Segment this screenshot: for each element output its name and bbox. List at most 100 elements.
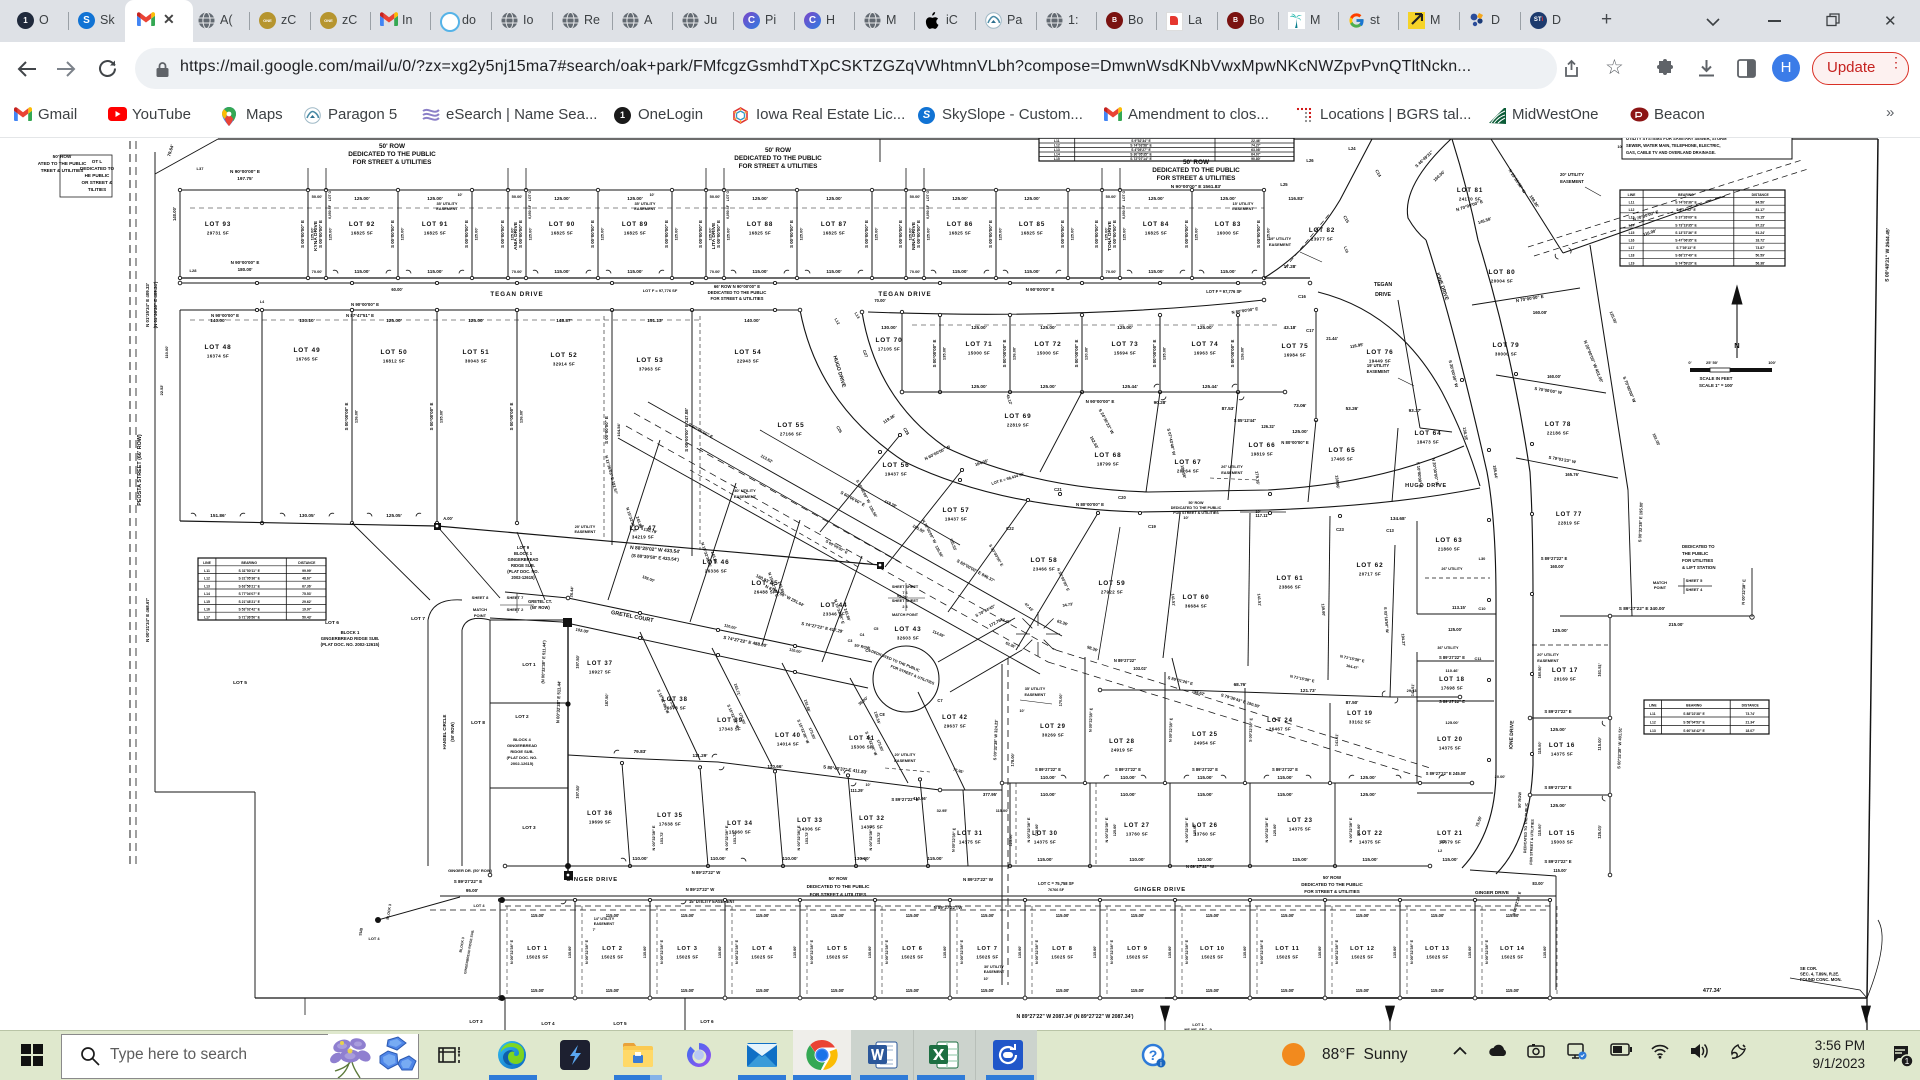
svg-text:GINGERBREAD RIDGE SUB.: GINGERBREAD RIDGE SUB. bbox=[463, 929, 475, 974]
svg-text:LOT 43: LOT 43 bbox=[894, 626, 921, 633]
svg-text:LOT G: LOT G bbox=[528, 190, 532, 201]
svg-text:30043 SF: 30043 SF bbox=[465, 359, 487, 364]
svg-text:L12: L12 bbox=[204, 577, 210, 581]
svg-text:LOT 53: LOT 53 bbox=[636, 357, 663, 364]
svg-text:19' UTILITY: 19' UTILITY bbox=[1367, 363, 1389, 368]
svg-text:S 00°32'38" W 324.23': S 00°32'38" W 324.23' bbox=[992, 719, 998, 760]
svg-text:160.00': 160.00' bbox=[1432, 169, 1446, 182]
svg-text:170.00': 170.00' bbox=[1058, 693, 1063, 706]
svg-text:50' ROW: 50' ROW bbox=[1188, 501, 1204, 505]
svg-text:477.34': 477.34' bbox=[1703, 988, 1722, 994]
svg-text:N 00°32'38" E: N 00°32'38" E bbox=[810, 939, 814, 964]
svg-text:N 89°27'22" W: N 89°27'22" W bbox=[692, 870, 722, 875]
svg-text:115.00': 115.00' bbox=[1037, 857, 1052, 862]
svg-text:LOT 8: LOT 8 bbox=[471, 720, 485, 726]
svg-text:377.95': 377.95' bbox=[983, 792, 997, 797]
svg-text:BLOCK 3: BLOCK 3 bbox=[459, 937, 466, 953]
svg-text:S 31°50'11" E: S 31°50'11" E bbox=[239, 569, 261, 573]
svg-text:191.05': 191.05' bbox=[1651, 432, 1661, 446]
svg-text:EASEMENT: EASEMENT bbox=[734, 494, 757, 499]
svg-text:LOT 52: LOT 52 bbox=[550, 352, 577, 359]
svg-text:L25: L25 bbox=[1280, 182, 1288, 187]
svg-text:SUB: SUB bbox=[358, 927, 363, 936]
svg-text:20164 SF: 20164 SF bbox=[1177, 469, 1199, 474]
svg-text:70.00': 70.00' bbox=[874, 298, 885, 303]
svg-text:7 6: 7 6 bbox=[902, 591, 907, 595]
svg-text:115.00': 115.00' bbox=[531, 913, 545, 918]
svg-text:S 74°27'22" E 488.00': S 74°27'22" E 488.00' bbox=[723, 635, 768, 648]
svg-text:30000 SF: 30000 SF bbox=[1495, 352, 1517, 357]
svg-text:LOT 14: LOT 14 bbox=[1500, 946, 1525, 952]
svg-text:OR STREET &: OR STREET & bbox=[82, 180, 114, 185]
svg-text:30269 SF: 30269 SF bbox=[1042, 733, 1064, 738]
svg-text:LOT 93: LOT 93 bbox=[205, 221, 231, 228]
svg-text:125.00': 125.00' bbox=[1113, 824, 1117, 837]
svg-text:116.83': 116.83' bbox=[1288, 196, 1303, 201]
svg-text:77.95': 77.95' bbox=[953, 767, 965, 775]
svg-text:N 13°35'38" W: N 13°35'38" W bbox=[1508, 168, 1527, 194]
svg-text:S 00°00'00" E: S 00°00'00" E bbox=[509, 403, 514, 431]
svg-text:119.39': 119.39' bbox=[884, 499, 898, 509]
svg-text:135.00': 135.00' bbox=[868, 946, 872, 959]
svg-text:16812 SF: 16812 SF bbox=[383, 359, 405, 364]
svg-text:73.87': 73.87' bbox=[1756, 246, 1765, 250]
svg-text:S 20°00'00" W: S 20°00'00" W bbox=[1448, 360, 1460, 388]
svg-text:L16: L16 bbox=[1629, 239, 1635, 243]
svg-text:C28: C28 bbox=[902, 427, 911, 437]
svg-text:135.00': 135.00' bbox=[1018, 946, 1022, 959]
svg-text:115.00': 115.00' bbox=[1056, 988, 1070, 993]
svg-text:24919 SF: 24919 SF bbox=[1111, 748, 1133, 753]
svg-text:LOT 62: LOT 62 bbox=[1356, 562, 1383, 569]
svg-text:115.00': 115.00' bbox=[1277, 775, 1292, 780]
svg-text:L11: L11 bbox=[204, 569, 210, 573]
svg-text:90.80': 90.80' bbox=[1251, 157, 1260, 161]
svg-text:110.00': 110.00' bbox=[1129, 857, 1144, 862]
svg-text:126.00': 126.00' bbox=[354, 410, 359, 423]
svg-text:LOT 80: LOT 80 bbox=[1488, 269, 1515, 276]
svg-text:FOR UTILITIES: FOR UTILITIES bbox=[1682, 558, 1713, 563]
svg-text:162.63': 162.63' bbox=[1089, 435, 1100, 449]
svg-text:135.00': 135.00' bbox=[568, 946, 572, 959]
svg-text:LOT 9: LOT 9 bbox=[1127, 946, 1148, 952]
svg-text:SCALE IN FEET: SCALE IN FEET bbox=[1700, 376, 1733, 381]
svg-text:S 88°22'38" E: S 88°22'38" E bbox=[1683, 712, 1705, 716]
svg-text:115.00': 115.00' bbox=[831, 988, 845, 993]
svg-text:POINT: POINT bbox=[474, 613, 487, 618]
svg-text:LOT 63: LOT 63 bbox=[1435, 537, 1462, 544]
svg-text:32914 SF: 32914 SF bbox=[553, 362, 575, 367]
svg-text:22819 SF: 22819 SF bbox=[1558, 521, 1580, 526]
svg-text:C16: C16 bbox=[1298, 294, 1306, 299]
svg-text:SEC. 4, T.89N, R.2E.: SEC. 4, T.89N, R.2E. bbox=[1800, 972, 1839, 977]
svg-text:6,050 SF: 6,050 SF bbox=[328, 205, 332, 219]
svg-text:126.32': 126.32' bbox=[1261, 424, 1275, 429]
svg-text:EASEMENT: EASEMENT bbox=[1537, 658, 1559, 663]
svg-text:& LIFT STATION: & LIFT STATION bbox=[1682, 565, 1716, 570]
svg-text:115.00': 115.00' bbox=[427, 269, 442, 274]
svg-text:LOT 32: LOT 32 bbox=[859, 816, 885, 822]
svg-text:C27: C27 bbox=[862, 349, 869, 358]
svg-text:EASEMENT: EASEMENT bbox=[1452, 574, 1453, 575]
svg-text:GINGERBREAD: GINGERBREAD bbox=[508, 557, 539, 562]
svg-text:FOR STREET & UTILITIES: FOR STREET & UTILITIES bbox=[1529, 819, 1535, 865]
svg-text:S 74°03'58" E: S 74°03'58" E bbox=[1130, 144, 1152, 148]
svg-text:125.00': 125.00' bbox=[474, 228, 479, 241]
svg-text:14014 SF: 14014 SF bbox=[777, 742, 799, 747]
svg-text:EASEMENT: EASEMENT bbox=[1367, 369, 1390, 374]
svg-text:148.62': 148.62' bbox=[1191, 688, 1205, 696]
svg-text:S 70°34'45": S 70°34'45" bbox=[974, 603, 996, 618]
svg-text:LOT 35: LOT 35 bbox=[657, 813, 683, 819]
svg-text:TEGAN DRIVE: TEGAN DRIVE bbox=[878, 291, 931, 298]
svg-text:L13: L13 bbox=[204, 584, 210, 588]
svg-text:33162 SF: 33162 SF bbox=[1349, 720, 1371, 725]
svg-text:S 00°00'00" E: S 00°00'00" E bbox=[1002, 340, 1007, 368]
svg-text:C4: C4 bbox=[860, 633, 866, 637]
svg-text:S 89°27'22" E: S 89°27'22" E bbox=[1544, 709, 1571, 714]
svg-text:160.50': 160.50' bbox=[1537, 665, 1542, 678]
svg-text:14° UTILITY: 14° UTILITY bbox=[594, 917, 615, 921]
svg-text:15025 SF: 15025 SF bbox=[1426, 955, 1448, 960]
svg-text:N 89°27'22": N 89°27'22" bbox=[1114, 658, 1136, 663]
svg-text:C19: C19 bbox=[1148, 524, 1156, 529]
svg-text:S 00°00'00" E: S 00°00'00" E bbox=[500, 220, 505, 248]
svg-text:LOT 81: LOT 81 bbox=[1457, 187, 1483, 194]
svg-text:125.00': 125.00' bbox=[826, 196, 841, 201]
